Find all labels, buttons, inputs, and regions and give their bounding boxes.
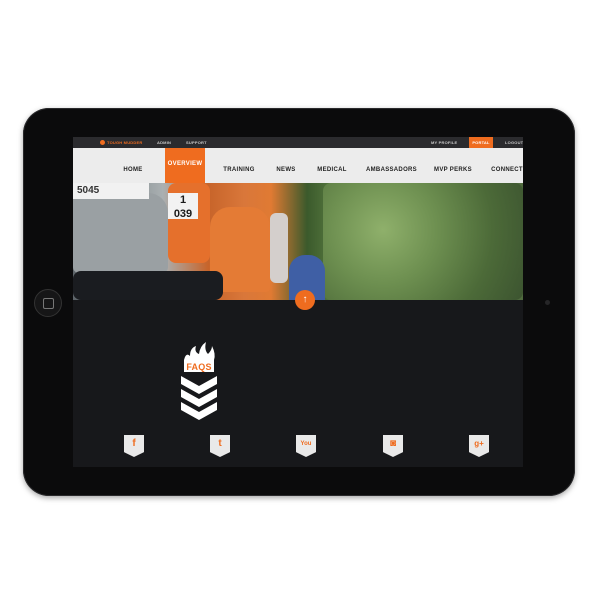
nav-item-ambassadors[interactable]: AMBASSADORS [366,148,417,183]
social-google-plus[interactable]: g+ [469,435,489,457]
hero-bib-number-2: 1 [179,194,187,206]
top-link-my-profile[interactable]: MY PROFILE [431,137,457,148]
home-button-square [43,298,54,309]
top-link-support[interactable]: SUPPORT [186,137,207,148]
hero-shadow [73,271,223,300]
hero-image: 5045 1 039 [73,183,523,300]
google-plus-icon: g+ [474,439,484,448]
hero-runner-grey [73,193,168,273]
hero-bib-number-1: 039 [173,208,193,220]
top-link-admin[interactable]: ADMIN [157,137,171,148]
top-link-logout[interactable]: LOGOUT [505,137,523,148]
social-instagram[interactable]: ◙ [383,435,403,457]
hero-bib-number: 1 039 [168,193,198,220]
nav-item-mvp-perks[interactable]: MVP PERKS [433,148,473,183]
nav-item-training[interactable]: TRAINING [219,148,259,183]
social-youtube[interactable]: You [296,435,316,457]
home-button[interactable] [34,289,62,317]
site-logo[interactable]: TOUGH MUDDER [100,139,142,146]
youtube-icon: You [300,441,312,447]
nav-item-home[interactable]: HOME [119,148,147,183]
social-twitter[interactable]: t [210,435,230,457]
logo-text: TOUGH MUDDER [107,140,143,145]
nav-item-medical[interactable]: MEDICAL [315,148,349,183]
scroll-up-button[interactable]: ↑ [295,290,315,310]
chevrons-down-icon [181,376,217,420]
top-utility-bar: TOUGH MUDDER ADMIN SUPPORT MY PROFILE PO… [73,137,523,156]
nav-item-overview[interactable]: OVERVIEW [165,148,205,183]
hero-runner-sleeve [270,213,288,283]
main-navigation: HOME OVERVIEW TRAINING NEWS MEDICAL AMBA… [73,148,523,183]
nav-item-connect[interactable]: CONNECT [491,148,523,183]
facebook-icon: f [132,438,136,449]
arrow-up-icon: ↑ [302,294,308,305]
twitter-icon: t [218,438,222,449]
faqs-label: FAQS [186,362,212,372]
logo-mark-icon [100,140,105,145]
website-screen: TOUGH MUDDER ADMIN SUPPORT MY PROFILE PO… [73,137,523,467]
hero-trees [323,183,523,300]
nav-item-news[interactable]: NEWS [273,148,299,183]
social-facebook[interactable]: f [124,435,144,457]
hero-bib-left: 5045 [73,183,149,199]
front-camera [545,300,550,305]
faqs-badge[interactable]: FAQS [178,342,220,422]
instagram-icon: ◙ [389,438,397,449]
